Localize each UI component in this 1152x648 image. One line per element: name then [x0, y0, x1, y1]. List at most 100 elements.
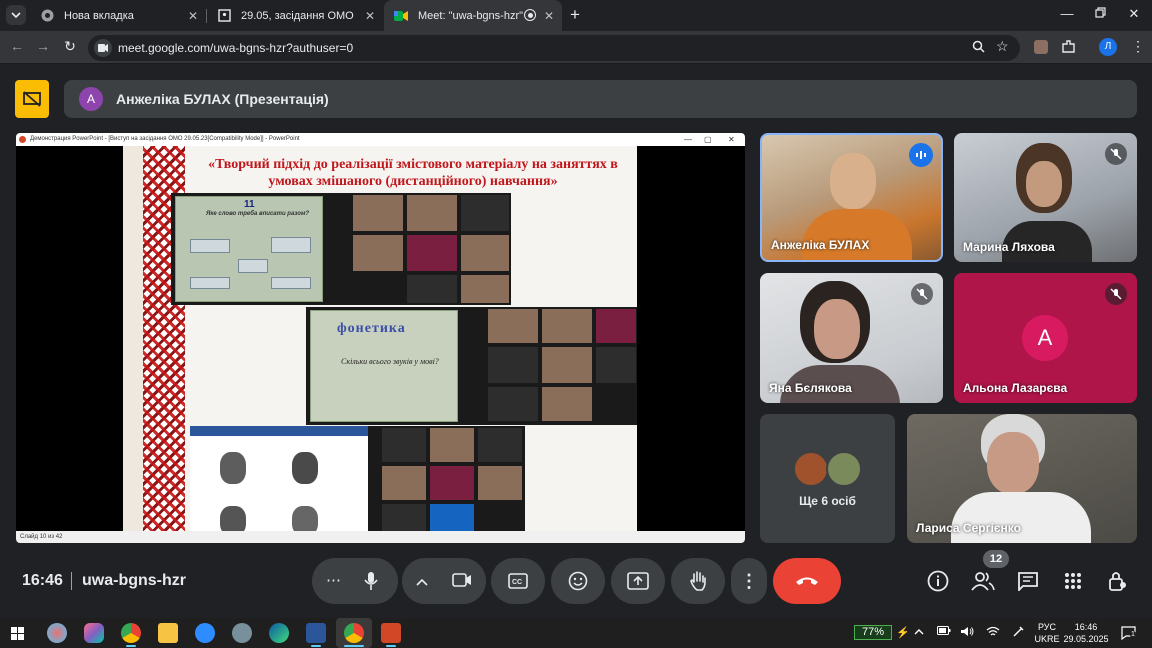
- app-icon[interactable]: [232, 623, 252, 643]
- system-time: 16:46: [1074, 622, 1098, 632]
- people-count-badge: 12: [983, 550, 1009, 568]
- close-icon[interactable]: ✕: [188, 9, 198, 23]
- minimize-icon[interactable]: —: [1057, 6, 1077, 21]
- emoji-icon: [568, 571, 588, 591]
- portrait: [220, 452, 246, 484]
- activities-button[interactable]: [1060, 568, 1086, 594]
- people-button[interactable]: [970, 568, 996, 594]
- address-bar[interactable]: meet.google.com/uwa-bgns-hzr?authuser=0 …: [88, 35, 1020, 61]
- video-cell: [461, 235, 509, 271]
- camera-button[interactable]: [452, 572, 472, 593]
- window-close-icon[interactable]: ✕: [1124, 6, 1144, 22]
- bookmark-star-icon[interactable]: ☆: [996, 38, 1009, 55]
- pen-icon[interactable]: [1012, 626, 1024, 641]
- powerpoint-icon[interactable]: [381, 623, 401, 643]
- file-explorer-icon[interactable]: [158, 623, 178, 643]
- raise-hand-button[interactable]: [671, 558, 725, 604]
- present-button[interactable]: [611, 558, 665, 604]
- video-options-button[interactable]: [416, 573, 428, 591]
- video-cell: [382, 428, 426, 462]
- more-options-button[interactable]: ⋮: [731, 558, 767, 604]
- windows-start-icon[interactable]: [11, 627, 24, 645]
- participant-tile[interactable]: А Альона Лазарєва: [954, 273, 1137, 403]
- participant-tile[interactable]: Яна Бєлякова: [760, 273, 943, 403]
- active-indicator: [344, 645, 364, 647]
- participant-name: Лариса Сергієнко: [916, 521, 1021, 535]
- copilot-icon[interactable]: [84, 623, 104, 643]
- back-icon[interactable]: ←: [8, 38, 26, 54]
- word-icon[interactable]: [306, 623, 326, 643]
- close-icon[interactable]: ✕: [365, 9, 375, 23]
- presentation-stage[interactable]: Демонстрация PowerPoint - [Виступ на зас…: [16, 133, 745, 543]
- captions-icon: CC: [508, 573, 528, 589]
- audio-controls: ⋯: [312, 558, 398, 604]
- word-card: [190, 239, 230, 253]
- site-info-icon[interactable]: [94, 39, 112, 57]
- presenter-banner: А Анжеліка БУЛАХ (Презентація): [64, 80, 1137, 118]
- volume-icon[interactable]: [960, 626, 974, 640]
- notifications-button[interactable]: 1: [1121, 626, 1136, 645]
- tab-title: Нова вкладка: [64, 9, 134, 22]
- close-icon[interactable]: ✕: [544, 9, 554, 23]
- audio-options-button[interactable]: ⋯: [326, 571, 341, 589]
- meeting-details-button[interactable]: [925, 568, 951, 594]
- battery-icon[interactable]: [937, 626, 951, 638]
- edge-icon[interactable]: [269, 623, 289, 643]
- stop-presenting-button[interactable]: [15, 80, 49, 118]
- video-cell: [382, 466, 426, 500]
- tab-omo[interactable]: 29.05, засідання ОМО ✕: [207, 0, 383, 31]
- chevron-up-icon: [416, 578, 428, 586]
- extension-owl-icon[interactable]: [1034, 40, 1048, 54]
- participant-tile[interactable]: Лариса Сергієнко: [907, 414, 1137, 543]
- captions-button[interactable]: CC: [491, 558, 545, 604]
- chat-button[interactable]: [1015, 568, 1041, 594]
- tab-strip: Нова вкладка ✕ 29.05, засідання ОМО ✕ Me…: [0, 0, 1152, 31]
- system-clock[interactable]: 16:46 29.05.2025: [1062, 621, 1110, 645]
- portrait: [220, 506, 246, 531]
- tab-new-tab[interactable]: Нова вкладка ✕: [30, 0, 206, 31]
- chevron-up-icon[interactable]: [914, 626, 924, 638]
- leave-call-button[interactable]: [773, 558, 841, 604]
- video-cell: [488, 387, 538, 421]
- app-icon[interactable]: [47, 623, 67, 643]
- video-cell: [407, 235, 457, 271]
- mic-off-icon: [1105, 143, 1127, 165]
- chrome-icon[interactable]: [121, 623, 141, 643]
- new-tab-button[interactable]: +: [570, 5, 580, 25]
- portrait: [292, 452, 318, 484]
- participant-tile[interactable]: Анжеліка БУЛАХ: [760, 133, 943, 262]
- others-tile[interactable]: Ще 6 осіб: [760, 414, 895, 543]
- participant-tile[interactable]: Марина Ляхова: [954, 133, 1137, 262]
- speaking-indicator-icon: [909, 143, 933, 167]
- video-cell: [478, 466, 522, 500]
- menu-icon[interactable]: ⋮: [1131, 38, 1145, 55]
- zoom-icon[interactable]: [195, 623, 215, 643]
- word-card: [238, 259, 268, 273]
- battery-indicator[interactable]: 77%: [854, 625, 892, 640]
- tab-search-button[interactable]: [6, 5, 26, 25]
- forward-icon[interactable]: →: [34, 38, 52, 54]
- powerpoint-statusbar: Слайд 10 из 42: [16, 531, 745, 543]
- reactions-button[interactable]: [551, 558, 605, 604]
- present-screen-icon: [627, 572, 649, 590]
- wifi-icon[interactable]: [986, 626, 1000, 640]
- input-language[interactable]: РУС UKRE: [1034, 621, 1060, 645]
- reload-icon[interactable]: ↻: [61, 38, 79, 55]
- powerpoint-app-icon: [19, 136, 26, 143]
- zoom-icon[interactable]: [972, 40, 985, 56]
- host-controls-button[interactable]: [1105, 568, 1131, 594]
- video-cell: [542, 387, 592, 421]
- extensions-icon[interactable]: [1061, 39, 1076, 59]
- chrome-profile-icon[interactable]: [344, 623, 364, 643]
- microphone-button[interactable]: [364, 571, 378, 596]
- hand-icon: [690, 571, 706, 591]
- tab-title: 29.05, засідання ОМО: [241, 9, 354, 22]
- restore-icon[interactable]: [1090, 6, 1110, 21]
- camera-icon: [452, 573, 471, 587]
- tab-meet[interactable]: Meet: "uwa-bgns-hzr" ✕: [384, 0, 562, 31]
- participant-name: Яна Бєлякова: [769, 381, 852, 395]
- profile-avatar[interactable]: Л: [1099, 38, 1117, 56]
- divider: [71, 572, 72, 590]
- video-controls: [402, 558, 486, 604]
- microphone-icon: [364, 572, 378, 590]
